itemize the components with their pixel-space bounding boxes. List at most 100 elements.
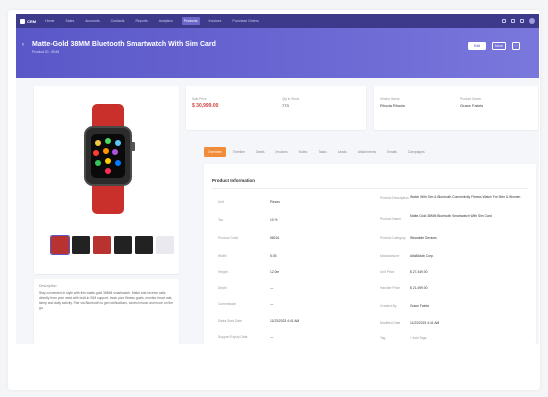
field-label: Tax [218,218,224,222]
tab-emails[interactable]: Emails [383,147,401,157]
field-value: — [270,335,274,339]
thumbnail[interactable] [72,236,90,254]
app-dot [105,158,111,164]
back-arrow-icon[interactable]: ‹ [22,42,24,48]
nav-item-analytics[interactable]: Analytics [157,17,175,25]
nav-item-contacts[interactable]: Contacts [109,17,127,25]
product-header: ‹ Matte-Gold 38MM Bluetooth Smartwatch W… [16,28,539,78]
field-value: Pieces [270,200,280,204]
field-label: Tag [380,336,386,340]
tab-campaigns[interactable]: Campaigns [404,147,429,157]
field-label: Product Code [218,236,239,240]
nav-item-purchase-orders[interactable]: Purchase Orders [230,17,260,25]
field-label: Support Expiry Date [218,335,248,339]
tab-tasks[interactable]: Tasks [314,147,330,157]
thumbnail[interactable] [50,235,70,255]
description-card: Description Stay connected in style with… [34,279,179,344]
field-value: 10 % [270,218,278,222]
thumbnail-strip [50,235,174,255]
vendor-stat-card: Vendor Name Rhoda Rhoda Product Owner Gr… [374,86,538,130]
edit-button[interactable]: Edit [468,42,486,50]
add-tags-link[interactable]: + Add Tags [410,336,522,341]
product-id: Product ID : 8045 [32,50,60,54]
watch-body [84,126,132,186]
app-dot [95,160,101,166]
description-text: Stay connected in style with this matte-… [39,291,174,310]
field-label: Width [218,254,227,258]
watch-screen [91,134,125,178]
ellipsis-icon[interactable]: ⋯ [512,42,520,50]
tab-invoices[interactable]: Invoices [272,147,292,157]
field-value: 11/23/2023 4:41 AM [270,319,300,323]
field-value: Grace Fabris [410,304,430,308]
nav-item-accounts[interactable]: Accounts [83,17,101,25]
field-value: $ 21,499.00 [410,286,428,290]
app-dot [105,138,111,144]
field-label: Product Name [380,217,402,221]
sale-price-value: $ 30,999.00 [192,103,219,109]
field-label: Manufacturer [380,254,400,258]
stock-value: 773 [282,103,289,108]
tab-attachments[interactable]: Attachments [354,147,380,157]
field-label: Unit [218,200,224,204]
vendor-value: Rhoda Rhoda [380,103,405,108]
field-label: Modified Date [380,321,401,325]
field-label: Commission [218,302,237,306]
top-navigation: CRM Home Sales Accounts Contacts Reports… [16,14,539,28]
nav-actions [502,18,535,24]
search-icon[interactable] [502,19,506,23]
stock-label: Qty in Stock [282,97,300,101]
watch-crown [131,142,135,151]
thumbnail[interactable] [156,236,174,254]
settings-icon[interactable] [520,19,524,23]
description-title: Description [39,284,57,288]
tab-deals[interactable]: Deals [252,147,268,157]
divider [212,188,528,189]
field-label: Created By [380,304,397,308]
user-avatar[interactable] [529,18,535,24]
app-logo[interactable]: CRM [20,18,36,24]
field-value: Matte-Gold 38MM Bluetooth Smartwatch Wit… [410,214,492,218]
app-dot [115,160,121,166]
watch-strap-bottom [92,182,124,214]
app-dot [115,140,121,146]
field-label: Handler Price [380,286,400,290]
field-value: AltaBiolab Corp. [410,254,434,258]
nav-item-sales[interactable]: Sales [63,17,76,25]
vendor-label: Vendor Name [380,97,400,101]
app-dot [112,149,118,155]
thumbnail[interactable] [114,236,132,254]
crm-app: CRM Home Sales Accounts Contacts Reports… [16,14,539,344]
sale-price-label: Sale Price [192,97,207,101]
field-label: Product Description [380,196,409,200]
logo-icon [20,18,25,24]
tab-leads[interactable]: Leads [334,147,351,157]
app-dot [105,168,111,174]
product-image-card [34,86,179,274]
notification-icon[interactable] [511,19,515,23]
owner-label: Product Owner [460,97,482,101]
nav-item-home[interactable]: Home [43,17,56,25]
app-dot [103,148,109,154]
tab-timeline[interactable]: Timeline [229,147,249,157]
section-title: Product Information [212,178,255,183]
more-button[interactable]: More [492,42,506,50]
nav-item-products[interactable]: Products [181,17,200,25]
field-value: 58216 [270,236,280,240]
app-dot [95,140,101,146]
app-dot [93,150,99,156]
product-information-card: Product Information Unit Pieces Tax 10 %… [204,164,536,344]
owner-value: Grace Fabris [460,103,484,108]
field-value: $ 27,449.00 [410,270,428,274]
tab-notes[interactable]: Notes [295,147,312,157]
nav-item-invoices[interactable]: Invoices [207,17,224,25]
product-title: Matte-Gold 38MM Bluetooth Smartwatch Wit… [32,41,216,48]
field-value: Watch With Sim & Bluetooth Connectivity … [410,195,521,199]
field-label: Product Category [380,236,406,240]
thumbnail[interactable] [93,236,111,254]
nav-item-reports[interactable]: Reports [133,17,149,25]
field-value: — [270,286,274,290]
tab-overview[interactable]: Overview [204,147,226,157]
field-label: Unit Price [380,270,395,274]
thumbnail[interactable] [135,236,153,254]
